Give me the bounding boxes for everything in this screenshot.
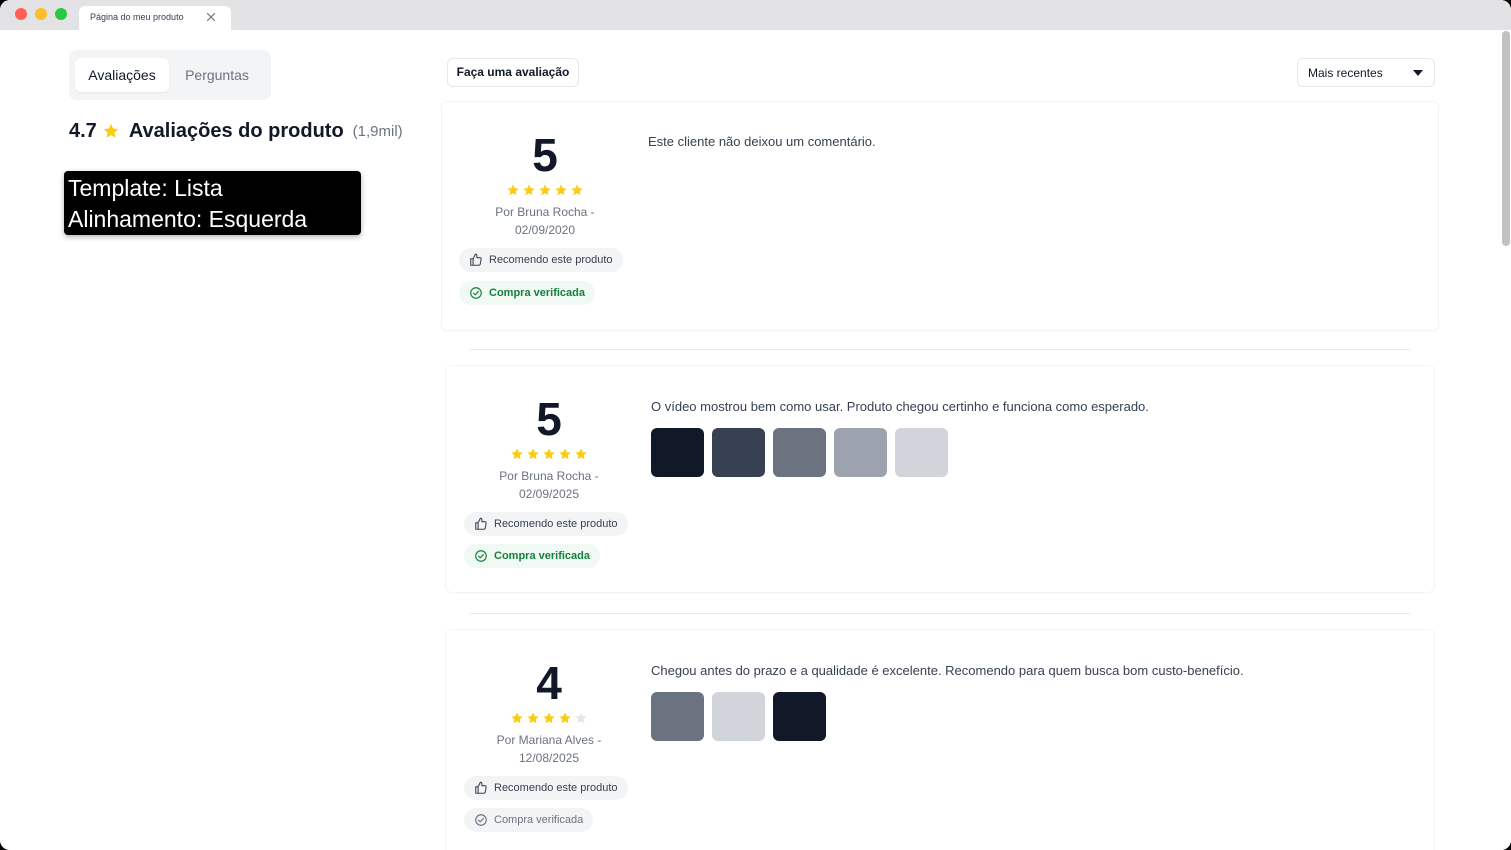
review-media-thumbnail[interactable]	[895, 428, 948, 477]
verified-label: Compra verificada	[489, 287, 585, 299]
close-icon[interactable]	[204, 10, 218, 24]
review-comment: Este cliente não deixou um comentário.	[648, 134, 876, 149]
star-filled-icon	[555, 184, 567, 196]
recommend-badge: Recomendo este produto	[464, 776, 628, 800]
verified-badge: Compra verificada	[464, 808, 594, 832]
review-media-thumbnail[interactable]	[651, 428, 704, 477]
browser-tab-title: Página do meu produto	[90, 12, 184, 22]
review-stars	[474, 711, 624, 725]
maximize-window-button[interactable]	[55, 8, 67, 20]
review-date: 02/09/2020	[514, 223, 576, 237]
review-media-thumbnail[interactable]	[712, 692, 765, 741]
template-label: Template: Lista	[68, 175, 223, 201]
review-author: Por Mariana Alves - 12/08/2025	[474, 731, 624, 767]
check-circle-icon	[475, 814, 487, 826]
star-filled-icon	[523, 184, 535, 196]
verified-badge: Compra verificada	[459, 281, 595, 305]
review-media-thumbnail[interactable]	[773, 692, 826, 741]
review-card: 5 Por Bruna Rocha - 02/09/2020 Recomendo…	[442, 102, 1438, 330]
browser-window: Página do meu produto Avaliações Pergunt…	[0, 0, 1511, 850]
review-author: Por Bruna Rocha - 02/09/2025	[474, 467, 624, 503]
sort-select[interactable]: Mais recentes	[1297, 58, 1435, 87]
review-score: 4	[536, 657, 562, 709]
scrollbar-thumb[interactable]	[1502, 31, 1510, 246]
template-info-overlay: Template: Lista Alinhamento: Esquerda	[64, 171, 361, 235]
star-filled-icon	[511, 448, 523, 460]
verified-badge: Compra verificada	[464, 544, 600, 568]
review-author-name: Por Bruna Rocha -	[499, 469, 599, 483]
review-divider	[470, 349, 1410, 350]
star-filled-icon	[559, 448, 571, 460]
review-card: 5 Por Bruna Rocha - 02/09/2025 Recomendo…	[446, 366, 1434, 592]
star-filled-icon	[507, 184, 519, 196]
review-count: (1,9mil)	[352, 122, 403, 140]
recommend-badge: Recomendo este produto	[464, 512, 628, 536]
review-media-thumbnail[interactable]	[834, 428, 887, 477]
recommend-label: Recomendo este produto	[494, 782, 618, 794]
review-comment: Chegou antes do prazo e a qualidade é ex…	[651, 663, 1244, 678]
star-filled-icon	[511, 712, 523, 724]
page-content: Avaliações Perguntas 4.7 Avaliações do p…	[0, 30, 1511, 850]
star-filled-icon	[575, 448, 587, 460]
write-review-button[interactable]: Faça uma avaliação	[447, 58, 579, 87]
thumbs-up-icon	[475, 517, 487, 530]
review-media	[651, 692, 826, 741]
review-media-thumbnail[interactable]	[773, 428, 826, 477]
review-score: 5	[536, 393, 562, 445]
star-filled-icon	[571, 184, 583, 196]
star-empty-icon	[575, 712, 587, 724]
thumbs-up-icon	[475, 781, 487, 794]
alignment-label: Alinhamento: Esquerda	[68, 206, 308, 232]
review-media-thumbnail[interactable]	[712, 428, 765, 477]
tab-avaliacoes[interactable]: Avaliações	[75, 58, 169, 92]
review-divider	[470, 613, 1410, 614]
check-circle-icon	[475, 550, 487, 562]
reviews-tabs: Avaliações Perguntas	[69, 50, 271, 100]
minimize-window-button[interactable]	[35, 8, 47, 20]
review-author-name: Por Mariana Alves -	[496, 733, 602, 747]
tab-perguntas[interactable]: Perguntas	[173, 58, 261, 92]
recommend-badge: Recomendo este produto	[459, 248, 623, 272]
review-date: 02/09/2025	[518, 487, 580, 501]
review-media	[651, 428, 948, 477]
browser-title-bar: Página do meu produto	[0, 0, 1511, 30]
recommend-label: Recomendo este produto	[494, 518, 618, 530]
review-card: 4 Por Mariana Alves - 12/08/2025 Recomen…	[446, 630, 1434, 850]
review-stars	[474, 447, 624, 461]
rating-summary: 4.7 Avaliações do produto (1,9mil)	[69, 118, 403, 144]
star-filled-icon	[527, 448, 539, 460]
review-stars	[470, 183, 620, 197]
close-window-button[interactable]	[15, 8, 27, 20]
star-icon	[103, 123, 119, 138]
star-filled-icon	[539, 184, 551, 196]
review-author-name: Por Bruna Rocha -	[495, 205, 595, 219]
page-scrollbar[interactable]	[1500, 30, 1511, 850]
average-rating: 4.7	[69, 119, 97, 142]
review-media-thumbnail[interactable]	[651, 692, 704, 741]
sort-selected-value: Mais recentes	[1308, 66, 1383, 80]
section-title: Avaliações do produto	[128, 119, 344, 142]
review-comment: O vídeo mostrou bem como usar. Produto c…	[651, 399, 1149, 414]
browser-tab[interactable]: Página do meu produto	[79, 6, 231, 30]
star-filled-icon	[559, 712, 571, 724]
verified-label: Compra verificada	[494, 550, 590, 562]
thumbs-up-icon	[470, 253, 482, 266]
star-filled-icon	[543, 712, 555, 724]
check-circle-icon	[470, 287, 482, 299]
caret-down-icon	[1413, 70, 1423, 76]
star-filled-icon	[543, 448, 555, 460]
review-author: Por Bruna Rocha - 02/09/2020	[470, 203, 620, 239]
review-score: 5	[532, 129, 558, 181]
recommend-label: Recomendo este produto	[489, 254, 613, 266]
star-filled-icon	[527, 712, 539, 724]
review-date: 12/08/2025	[518, 751, 580, 765]
verified-label: Compra verificada	[494, 814, 584, 826]
